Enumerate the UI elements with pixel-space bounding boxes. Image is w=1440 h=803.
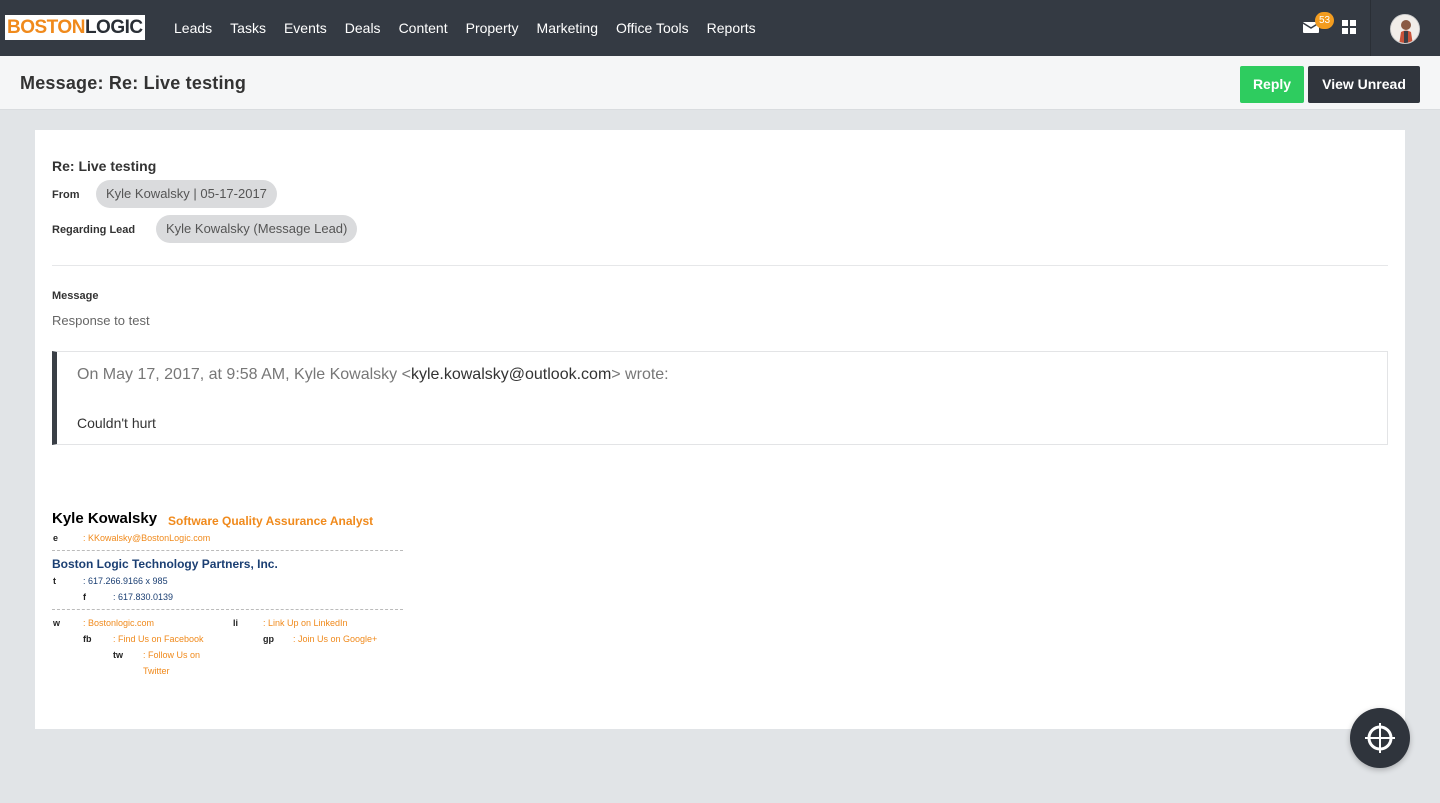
regarding-lead-pill[interactable]: Kyle Kowalsky (Message Lead) <box>156 215 358 243</box>
signature-linkedin-link[interactable]: : Link Up on LinkedIn <box>263 618 348 628</box>
nav-item-reports[interactable]: Reports <box>698 20 765 36</box>
nav-item-tasks[interactable]: Tasks <box>221 20 275 36</box>
nav-item-office-tools[interactable]: Office Tools <box>607 20 698 36</box>
reply-button[interactable]: Reply <box>1240 66 1304 103</box>
signature-li-label: li <box>233 618 239 628</box>
signature-fax: : 617.830.0139 <box>113 592 174 602</box>
main-nav: Leads Tasks Events Deals Content Propert… <box>165 0 765 56</box>
signature-website-link[interactable]: : Bostonlogic.com <box>83 618 154 628</box>
quoted-reply: On May 17, 2017, at 9:58 AM, Kyle Kowals… <box>52 351 1388 445</box>
message-subject: Re: Live testing <box>52 158 157 174</box>
signature-twitter-link-line2[interactable]: Twitter <box>143 666 170 676</box>
signature-twitter-link-line1[interactable]: : Follow Us on <box>143 650 200 660</box>
signature-tw-label: tw <box>113 650 123 660</box>
nav-item-events[interactable]: Events <box>275 20 336 36</box>
section-divider <box>52 265 1388 266</box>
notification-badge: 53 <box>1315 12 1334 29</box>
signature-phone: : 617.266.9166 x 985 <box>83 576 168 586</box>
message-card: Re: Live testing From Kyle Kowalsky | 05… <box>35 130 1405 729</box>
signature-facebook-link[interactable]: : Find Us on Facebook <box>113 634 204 644</box>
top-navbar: BOSTONLOGIC Leads Tasks Events Deals Con… <box>0 0 1440 56</box>
signature-divider-1 <box>52 550 403 551</box>
quote-suffix: > wrote: <box>611 366 669 383</box>
message-body: Response to test <box>52 313 150 328</box>
message-label: Message <box>52 290 99 302</box>
logo-text-part2: LOGIC <box>84 17 143 38</box>
signature-w-label: w <box>53 618 61 628</box>
apps-grid-icon[interactable] <box>1342 20 1356 34</box>
nav-divider <box>1370 0 1371 56</box>
nav-item-deals[interactable]: Deals <box>336 20 390 36</box>
signature-name: Kyle Kowalsky <box>52 510 158 527</box>
quote-email-link[interactable]: kyle.kowalsky@outlook.com <box>411 366 611 383</box>
quote-prefix: On May 17, 2017, at 9:58 AM, Kyle Kowals… <box>77 366 411 383</box>
from-label: From <box>52 189 80 201</box>
brand-logo[interactable]: BOSTONLOGIC <box>5 15 145 40</box>
nav-item-leads[interactable]: Leads <box>165 20 221 36</box>
signature-company: Boston Logic Technology Partners, Inc. <box>52 557 278 571</box>
user-avatar[interactable] <box>1390 14 1420 44</box>
signature-e-label: e <box>53 533 59 543</box>
regarding-lead-label: Regarding Lead <box>52 224 136 236</box>
signature-fb-label: fb <box>83 634 92 644</box>
quote-header: On May 17, 2017, at 9:58 AM, Kyle Kowals… <box>77 366 669 384</box>
signature-email-link[interactable]: : KKowalsky@BostonLogic.com <box>83 533 210 543</box>
nav-item-content[interactable]: Content <box>390 20 457 36</box>
crosshair-icon <box>1365 723 1395 753</box>
signature-gp-label: gp <box>263 634 274 644</box>
signature-googleplus-link[interactable]: : Join Us on Google+ <box>293 634 377 644</box>
from-pill[interactable]: Kyle Kowalsky | 05-17-2017 <box>96 180 277 208</box>
view-unread-button[interactable]: View Unread <box>1308 66 1420 103</box>
page-header: Message: Re: Live testing Reply View Unr… <box>0 56 1440 110</box>
signature-f-label: f <box>83 592 86 602</box>
nav-item-marketing[interactable]: Marketing <box>528 20 607 36</box>
logo-text-part1: BOSTON <box>7 17 85 38</box>
signature-t-label: t <box>53 576 56 586</box>
signature-divider-2 <box>52 609 403 610</box>
page-title: Message: Re: Live testing <box>20 73 247 93</box>
nav-item-property[interactable]: Property <box>457 20 528 36</box>
signature-role: Software Quality Assurance Analyst <box>168 514 374 528</box>
quote-body: Couldn't hurt <box>77 415 156 431</box>
floating-crosshair-button[interactable] <box>1350 708 1410 768</box>
